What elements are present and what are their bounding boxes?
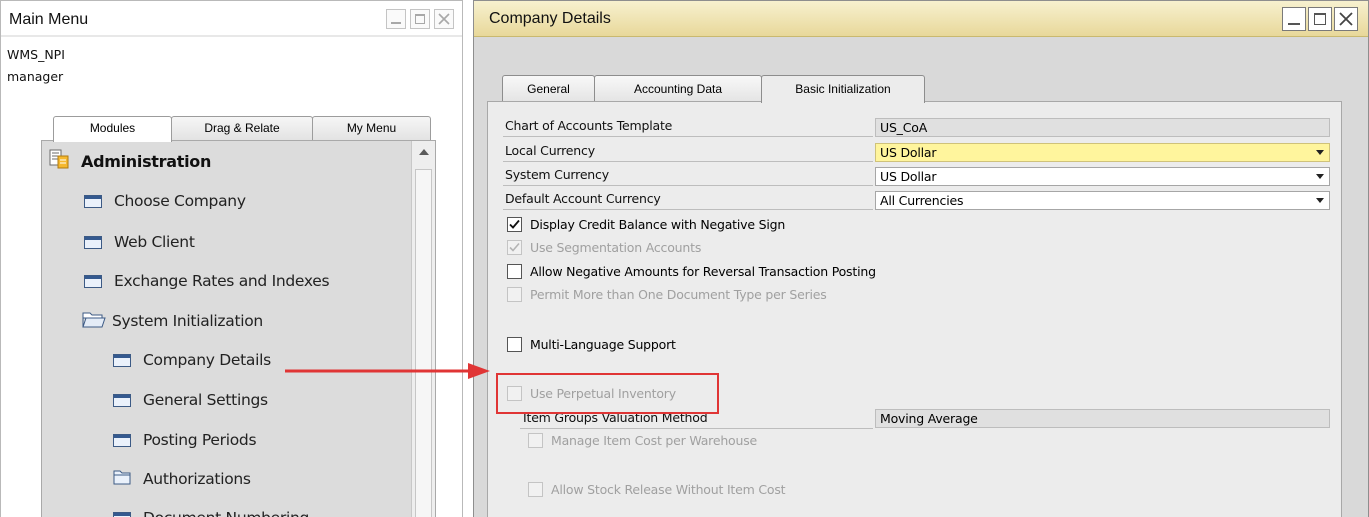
menu-item-label: General Settings	[143, 391, 268, 409]
permit-multi-doc-type-checkbox: Permit More than One Document Type per S…	[507, 287, 827, 302]
allow-stock-release-checkbox: Allow Stock Release Without Item Cost	[528, 482, 786, 497]
local-currency-label: Local Currency	[505, 143, 595, 158]
window-icon	[84, 194, 102, 208]
local-currency-select[interactable]: US Dollar	[875, 143, 1330, 162]
menu-item-label: Exchange Rates and Indexes	[114, 272, 330, 290]
maximize-icon[interactable]	[410, 9, 430, 29]
checkbox-empty-icon[interactable]	[507, 337, 522, 352]
menu-item-system-initialization[interactable]: System Initialization	[82, 306, 263, 336]
system-currency-label: System Currency	[505, 167, 609, 182]
folder-icon	[113, 469, 131, 489]
chart-template-field: US_CoA	[875, 118, 1330, 137]
module-list-icon	[49, 149, 69, 173]
menu-item-label: Company Details	[143, 351, 271, 369]
main-menu-window: Main Menu WMS_NPI manager Modules Drag &…	[0, 0, 463, 517]
default-account-currency-select[interactable]: All Currencies	[875, 191, 1330, 210]
menu-item-company-details[interactable]: Company Details	[113, 345, 271, 375]
annotation-arrow-icon	[285, 363, 490, 379]
window-icon	[113, 511, 131, 517]
local-currency-value: US Dollar	[880, 145, 937, 160]
checkbox-label: Allow Stock Release Without Item Cost	[551, 482, 786, 497]
manage-cost-per-warehouse-checkbox: Manage Item Cost per Warehouse	[528, 433, 757, 448]
checkbox-label: Allow Negative Amounts for Reversal Tran…	[530, 264, 876, 279]
checkbox-label: Use Segmentation Accounts	[530, 240, 702, 255]
display-credit-negative-checkbox[interactable]: Display Credit Balance with Negative Sig…	[507, 217, 785, 232]
divider	[520, 428, 873, 429]
menu-item-posting-periods[interactable]: Posting Periods	[113, 425, 257, 455]
window-icon	[113, 433, 131, 447]
tab-drag-relate[interactable]: Drag & Relate	[171, 116, 313, 141]
folder-open-icon	[82, 310, 106, 332]
menu-item-web-client[interactable]: Web Client	[84, 227, 195, 257]
checkbox-label: Display Credit Balance with Negative Sig…	[530, 217, 786, 232]
default-account-currency-value: All Currencies	[880, 193, 964, 208]
divider	[503, 209, 873, 210]
checkbox-empty-icon	[528, 482, 543, 497]
company-details-tabs: General Accounting Data Basic Initializa…	[502, 75, 925, 103]
company-details-titlebar[interactable]: Company Details	[474, 1, 1368, 37]
checkbox-empty-icon	[507, 287, 522, 302]
dropdown-arrow-icon[interactable]	[1316, 150, 1324, 155]
modules-scrollbar[interactable]	[411, 141, 435, 517]
dropdown-arrow-icon[interactable]	[1316, 174, 1324, 179]
window-icon	[113, 353, 131, 367]
divider	[503, 136, 873, 137]
chart-template-label: Chart of Accounts Template	[505, 118, 673, 133]
close-icon[interactable]	[434, 9, 454, 29]
system-currency-value: US Dollar	[880, 169, 937, 184]
menu-item-choose-company[interactable]: Choose Company	[84, 186, 246, 216]
tab-accounting-data[interactable]: Accounting Data	[594, 75, 762, 102]
tab-basic-initialization[interactable]: Basic Initialization	[761, 75, 925, 103]
checkbox-label: Manage Item Cost per Warehouse	[551, 433, 758, 448]
menu-item-general-settings[interactable]: General Settings	[113, 385, 268, 415]
menu-item-label: Posting Periods	[143, 431, 257, 449]
menu-item-label: Web Client	[114, 233, 195, 251]
user-name-label: manager	[7, 69, 64, 84]
dropdown-arrow-icon[interactable]	[1316, 198, 1324, 203]
use-segmentation-checkbox: Use Segmentation Accounts	[507, 240, 701, 255]
item-groups-valuation-field: Moving Average	[875, 409, 1330, 428]
window-icon	[84, 274, 102, 288]
main-menu-title: Main Menu	[9, 11, 89, 28]
allow-negative-reversal-checkbox[interactable]: Allow Negative Amounts for Reversal Tran…	[507, 264, 876, 279]
window-icon	[113, 393, 131, 407]
checkbox-label: Multi-Language Support	[530, 337, 676, 352]
company-db-label: WMS_NPI	[7, 47, 65, 62]
maximize-icon[interactable]	[1308, 7, 1332, 31]
checkbox-checked-icon	[507, 240, 522, 255]
main-menu-tabs: Modules Drag & Relate My Menu	[53, 116, 431, 142]
menu-item-document-numbering[interactable]: Document Numbering	[113, 503, 309, 517]
basic-initialization-panel	[487, 101, 1342, 517]
scroll-thumb[interactable]	[415, 169, 432, 517]
checkbox-checked-icon[interactable]	[507, 217, 522, 232]
default-account-currency-label: Default Account Currency	[505, 191, 661, 206]
scroll-up-icon[interactable]	[419, 149, 429, 155]
multi-language-checkbox[interactable]: Multi-Language Support	[507, 337, 676, 352]
divider	[503, 161, 873, 162]
tab-modules[interactable]: Modules	[53, 116, 172, 142]
checkbox-label: Permit More than One Document Type per S…	[530, 287, 827, 302]
minimize-icon[interactable]	[386, 9, 406, 29]
menu-item-label: System Initialization	[112, 312, 263, 330]
system-currency-select[interactable]: US Dollar	[875, 167, 1330, 186]
close-icon[interactable]	[1334, 7, 1358, 31]
annotation-highlight-box	[496, 373, 719, 414]
menu-item-label: Administration	[81, 151, 212, 171]
menu-item-exchange-rates[interactable]: Exchange Rates and Indexes	[84, 266, 330, 296]
minimize-icon[interactable]	[1282, 7, 1306, 31]
tab-my-menu[interactable]: My Menu	[312, 116, 431, 141]
checkbox-empty-icon	[528, 433, 543, 448]
window-icon	[84, 235, 102, 249]
main-menu-titlebar[interactable]: Main Menu	[1, 1, 462, 37]
menu-item-label: Authorizations	[143, 470, 251, 488]
menu-item-administration[interactable]: Administration	[49, 146, 211, 176]
company-details-title: Company Details	[489, 10, 611, 27]
menu-item-label: Choose Company	[114, 192, 246, 210]
divider	[503, 185, 873, 186]
menu-item-authorizations[interactable]: Authorizations	[113, 464, 251, 494]
checkbox-empty-icon[interactable]	[507, 264, 522, 279]
tab-general[interactable]: General	[502, 75, 595, 102]
menu-item-label: Document Numbering	[143, 509, 309, 517]
